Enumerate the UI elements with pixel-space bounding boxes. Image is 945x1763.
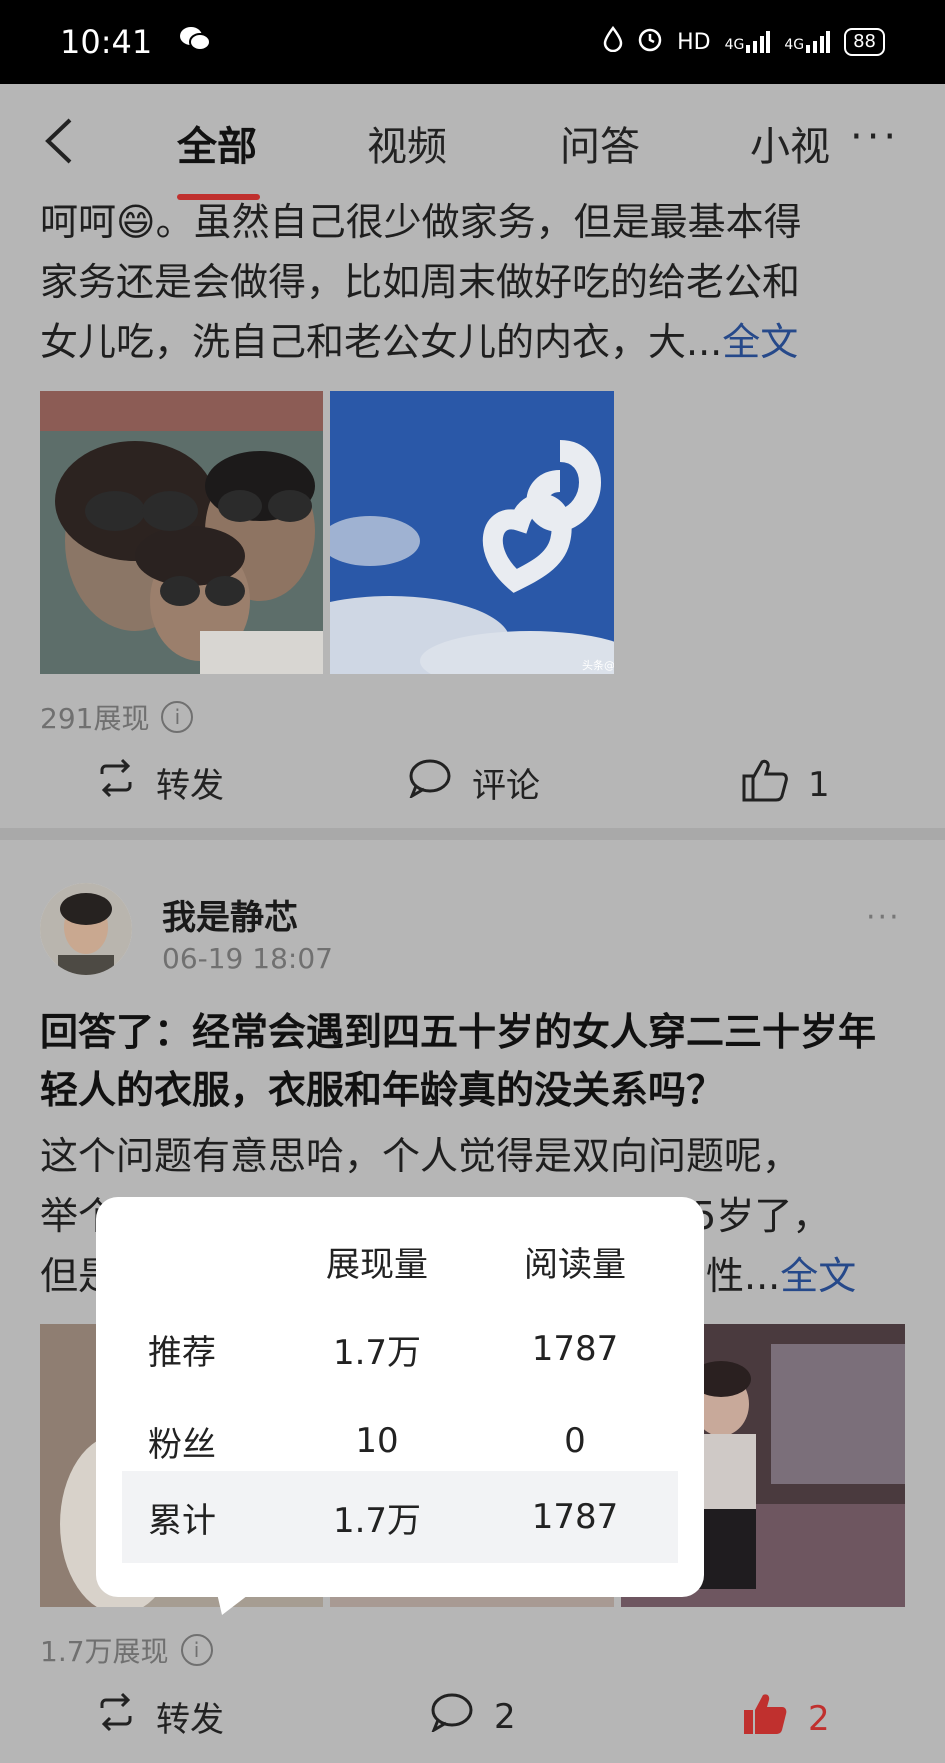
top-nav: 全部 视频 问答 小视 ··· <box>0 84 945 200</box>
post1-text[interactable]: 呵呵😄。虽然自己很少做家务，但是最基本得 家务还是会做得，比如周末做好吃的给老公… <box>40 192 910 372</box>
hd-indicator: HD <box>677 29 711 55</box>
post2-repost-button[interactable]: 转发 <box>96 1692 224 1741</box>
status-bar: 10:41 HD 4G 4G 88 <box>0 0 945 84</box>
header-reads: 阅读量 <box>524 1244 626 1285</box>
popup-row-recommend: 推荐 1.7万 1787 <box>148 1329 619 1373</box>
post1-repost-button[interactable]: 转发 <box>96 758 224 807</box>
post1-impressions: 291展现 i <box>40 697 194 737</box>
back-arrow-icon[interactable] <box>40 116 80 166</box>
post-time: 06-19 18:07 <box>162 942 333 975</box>
username[interactable]: 我是静芯 <box>162 890 298 939</box>
image-watermark: 头条@ <box>582 658 614 672</box>
more-icon[interactable]: ··· <box>850 114 900 160</box>
comment-icon <box>408 758 452 807</box>
comment-icon <box>430 1692 474 1741</box>
signal-1: 4G <box>725 31 771 53</box>
avatar[interactable] <box>40 883 132 975</box>
full-text-link[interactable]: 全文 <box>780 1254 856 1298</box>
post-more-icon[interactable]: ··· <box>866 900 901 935</box>
repost-icon <box>96 758 136 807</box>
full-text-link[interactable]: 全文 <box>722 320 798 364</box>
signal-2: 4G <box>784 31 831 53</box>
thumbs-up-filled-icon <box>742 1692 788 1745</box>
wechat-icon <box>178 25 212 60</box>
battery-indicator: 88 <box>844 28 885 56</box>
header-impressions: 展现量 <box>326 1244 428 1285</box>
stats-popup[interactable]: 展现量 阅读量 推荐 1.7万 1787 粉丝 10 0 累计 1.7万 178… <box>96 1197 704 1615</box>
post2-impressions: 1.7万展现 i <box>40 1630 213 1670</box>
post1-comment-button[interactable]: 评论 <box>408 758 540 807</box>
popup-row-total: 累计 1.7万 1787 <box>122 1471 678 1563</box>
tab-short-video[interactable]: 小视 <box>750 114 830 172</box>
info-icon[interactable]: i <box>161 701 194 733</box>
question-title[interactable]: 回答了：经常会遇到四五十岁的女人穿二三十岁年轻人的衣服，衣服和年龄真的没关系吗？ <box>40 1003 910 1119</box>
water-drop-icon <box>603 25 623 58</box>
popup-header-row: 展现量 阅读量 <box>122 1215 678 1307</box>
post-divider <box>0 828 945 840</box>
post2-like-button[interactable]: 2 <box>742 1692 830 1745</box>
repost-icon <box>96 1692 136 1741</box>
thumbs-up-icon <box>742 758 788 811</box>
status-time: 10:41 <box>60 23 153 61</box>
tab-video[interactable]: 视频 <box>367 114 447 172</box>
post1-like-button[interactable]: 1 <box>742 758 830 811</box>
tab-qa[interactable]: 问答 <box>560 114 640 172</box>
tab-all[interactable]: 全部 <box>177 114 257 172</box>
post1-image-family-selfie[interactable] <box>40 391 323 674</box>
post2-comment-button[interactable]: 2 <box>430 1692 516 1741</box>
post1-image-cloud-heart[interactable]: 头条@ <box>330 391 614 674</box>
info-icon[interactable]: i <box>180 1634 213 1666</box>
alarm-icon <box>637 26 663 58</box>
